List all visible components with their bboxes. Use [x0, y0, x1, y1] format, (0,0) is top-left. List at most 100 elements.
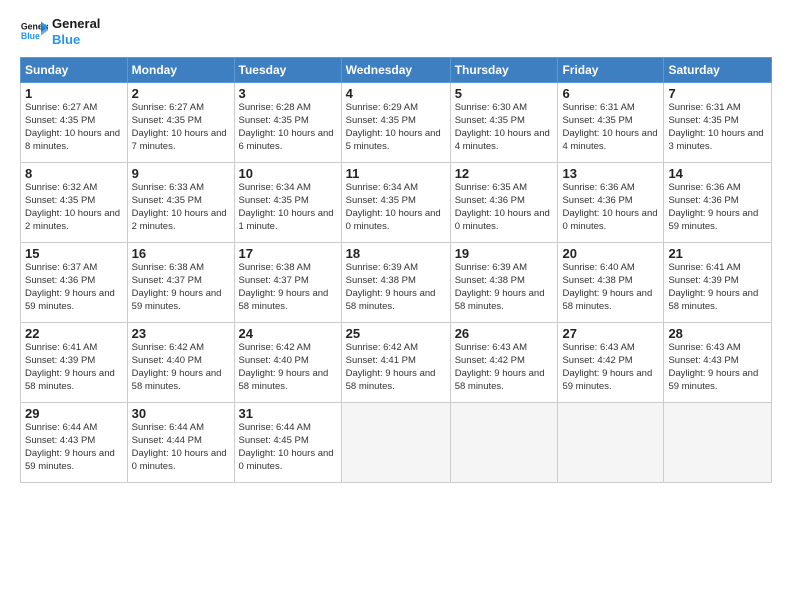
- svg-text:Blue: Blue: [21, 31, 40, 41]
- day-number: 17: [239, 246, 337, 261]
- day-info: Sunrise: 6:41 AM Sunset: 4:39 PM Dayligh…: [668, 262, 767, 313]
- day-info: Sunrise: 6:44 AM Sunset: 4:45 PM Dayligh…: [239, 422, 337, 473]
- calendar-cell: [450, 403, 558, 483]
- day-number: 19: [455, 246, 554, 261]
- day-info: Sunrise: 6:27 AM Sunset: 4:35 PM Dayligh…: [25, 102, 123, 153]
- calendar-cell: 12 Sunrise: 6:35 AM Sunset: 4:36 PM Dayl…: [450, 163, 558, 243]
- day-info: Sunrise: 6:41 AM Sunset: 4:39 PM Dayligh…: [25, 342, 123, 393]
- header-cell-tuesday: Tuesday: [234, 58, 341, 83]
- day-number: 2: [132, 86, 230, 101]
- header: General Blue General Blue: [20, 16, 772, 47]
- day-number: 7: [668, 86, 767, 101]
- day-number: 16: [132, 246, 230, 261]
- day-info: Sunrise: 6:42 AM Sunset: 4:40 PM Dayligh…: [132, 342, 230, 393]
- calendar-cell: 1 Sunrise: 6:27 AM Sunset: 4:35 PM Dayli…: [21, 83, 128, 163]
- day-number: 22: [25, 326, 123, 341]
- header-cell-sunday: Sunday: [21, 58, 128, 83]
- calendar-cell: 13 Sunrise: 6:36 AM Sunset: 4:36 PM Dayl…: [558, 163, 664, 243]
- day-info: Sunrise: 6:39 AM Sunset: 4:38 PM Dayligh…: [346, 262, 446, 313]
- day-number: 3: [239, 86, 337, 101]
- calendar-cell: 27 Sunrise: 6:43 AM Sunset: 4:42 PM Dayl…: [558, 323, 664, 403]
- day-info: Sunrise: 6:44 AM Sunset: 4:44 PM Dayligh…: [132, 422, 230, 473]
- calendar-cell: 11 Sunrise: 6:34 AM Sunset: 4:35 PM Dayl…: [341, 163, 450, 243]
- logo-icon: General Blue: [20, 18, 48, 46]
- calendar-cell: 15 Sunrise: 6:37 AM Sunset: 4:36 PM Dayl…: [21, 243, 128, 323]
- calendar-week-row: 8 Sunrise: 6:32 AM Sunset: 4:35 PM Dayli…: [21, 163, 772, 243]
- header-cell-monday: Monday: [127, 58, 234, 83]
- day-number: 15: [25, 246, 123, 261]
- day-info: Sunrise: 6:43 AM Sunset: 4:43 PM Dayligh…: [668, 342, 767, 393]
- day-info: Sunrise: 6:43 AM Sunset: 4:42 PM Dayligh…: [455, 342, 554, 393]
- calendar-cell: 14 Sunrise: 6:36 AM Sunset: 4:36 PM Dayl…: [664, 163, 772, 243]
- day-number: 30: [132, 406, 230, 421]
- calendar-cell: 17 Sunrise: 6:38 AM Sunset: 4:37 PM Dayl…: [234, 243, 341, 323]
- day-info: Sunrise: 6:39 AM Sunset: 4:38 PM Dayligh…: [455, 262, 554, 313]
- day-number: 18: [346, 246, 446, 261]
- calendar-cell: 3 Sunrise: 6:28 AM Sunset: 4:35 PM Dayli…: [234, 83, 341, 163]
- day-info: Sunrise: 6:38 AM Sunset: 4:37 PM Dayligh…: [239, 262, 337, 313]
- calendar-cell: 5 Sunrise: 6:30 AM Sunset: 4:35 PM Dayli…: [450, 83, 558, 163]
- day-info: Sunrise: 6:27 AM Sunset: 4:35 PM Dayligh…: [132, 102, 230, 153]
- calendar-cell: 18 Sunrise: 6:39 AM Sunset: 4:38 PM Dayl…: [341, 243, 450, 323]
- day-info: Sunrise: 6:44 AM Sunset: 4:43 PM Dayligh…: [25, 422, 123, 473]
- calendar-cell: 19 Sunrise: 6:39 AM Sunset: 4:38 PM Dayl…: [450, 243, 558, 323]
- calendar-cell: [341, 403, 450, 483]
- calendar-week-row: 29 Sunrise: 6:44 AM Sunset: 4:43 PM Dayl…: [21, 403, 772, 483]
- day-info: Sunrise: 6:28 AM Sunset: 4:35 PM Dayligh…: [239, 102, 337, 153]
- calendar-cell: 8 Sunrise: 6:32 AM Sunset: 4:35 PM Dayli…: [21, 163, 128, 243]
- day-number: 6: [562, 86, 659, 101]
- header-cell-thursday: Thursday: [450, 58, 558, 83]
- header-cell-saturday: Saturday: [664, 58, 772, 83]
- calendar-cell: 30 Sunrise: 6:44 AM Sunset: 4:44 PM Dayl…: [127, 403, 234, 483]
- day-number: 8: [25, 166, 123, 181]
- calendar-cell: 31 Sunrise: 6:44 AM Sunset: 4:45 PM Dayl…: [234, 403, 341, 483]
- calendar-cell: [558, 403, 664, 483]
- day-info: Sunrise: 6:37 AM Sunset: 4:36 PM Dayligh…: [25, 262, 123, 313]
- calendar-cell: 6 Sunrise: 6:31 AM Sunset: 4:35 PM Dayli…: [558, 83, 664, 163]
- day-number: 29: [25, 406, 123, 421]
- day-number: 12: [455, 166, 554, 181]
- day-info: Sunrise: 6:33 AM Sunset: 4:35 PM Dayligh…: [132, 182, 230, 233]
- day-number: 1: [25, 86, 123, 101]
- day-info: Sunrise: 6:31 AM Sunset: 4:35 PM Dayligh…: [562, 102, 659, 153]
- calendar-cell: [664, 403, 772, 483]
- calendar-cell: 22 Sunrise: 6:41 AM Sunset: 4:39 PM Dayl…: [21, 323, 128, 403]
- calendar-cell: 2 Sunrise: 6:27 AM Sunset: 4:35 PM Dayli…: [127, 83, 234, 163]
- logo-text: General Blue: [52, 16, 100, 47]
- day-info: Sunrise: 6:31 AM Sunset: 4:35 PM Dayligh…: [668, 102, 767, 153]
- day-info: Sunrise: 6:30 AM Sunset: 4:35 PM Dayligh…: [455, 102, 554, 153]
- day-info: Sunrise: 6:43 AM Sunset: 4:42 PM Dayligh…: [562, 342, 659, 393]
- day-number: 5: [455, 86, 554, 101]
- day-number: 9: [132, 166, 230, 181]
- header-cell-friday: Friday: [558, 58, 664, 83]
- day-number: 25: [346, 326, 446, 341]
- day-number: 31: [239, 406, 337, 421]
- day-info: Sunrise: 6:32 AM Sunset: 4:35 PM Dayligh…: [25, 182, 123, 233]
- day-number: 14: [668, 166, 767, 181]
- day-info: Sunrise: 6:35 AM Sunset: 4:36 PM Dayligh…: [455, 182, 554, 233]
- calendar-cell: 24 Sunrise: 6:42 AM Sunset: 4:40 PM Dayl…: [234, 323, 341, 403]
- calendar-cell: 28 Sunrise: 6:43 AM Sunset: 4:43 PM Dayl…: [664, 323, 772, 403]
- day-info: Sunrise: 6:42 AM Sunset: 4:41 PM Dayligh…: [346, 342, 446, 393]
- calendar-cell: 23 Sunrise: 6:42 AM Sunset: 4:40 PM Dayl…: [127, 323, 234, 403]
- calendar-cell: 16 Sunrise: 6:38 AM Sunset: 4:37 PM Dayl…: [127, 243, 234, 323]
- day-number: 13: [562, 166, 659, 181]
- day-info: Sunrise: 6:34 AM Sunset: 4:35 PM Dayligh…: [346, 182, 446, 233]
- calendar-cell: 9 Sunrise: 6:33 AM Sunset: 4:35 PM Dayli…: [127, 163, 234, 243]
- calendar-cell: 21 Sunrise: 6:41 AM Sunset: 4:39 PM Dayl…: [664, 243, 772, 323]
- calendar-cell: 26 Sunrise: 6:43 AM Sunset: 4:42 PM Dayl…: [450, 323, 558, 403]
- calendar-table: SundayMondayTuesdayWednesdayThursdayFrid…: [20, 57, 772, 483]
- day-number: 4: [346, 86, 446, 101]
- header-cell-wednesday: Wednesday: [341, 58, 450, 83]
- day-number: 10: [239, 166, 337, 181]
- day-number: 21: [668, 246, 767, 261]
- day-info: Sunrise: 6:36 AM Sunset: 4:36 PM Dayligh…: [668, 182, 767, 233]
- day-info: Sunrise: 6:38 AM Sunset: 4:37 PM Dayligh…: [132, 262, 230, 313]
- day-number: 27: [562, 326, 659, 341]
- day-info: Sunrise: 6:36 AM Sunset: 4:36 PM Dayligh…: [562, 182, 659, 233]
- day-number: 11: [346, 166, 446, 181]
- calendar-week-row: 1 Sunrise: 6:27 AM Sunset: 4:35 PM Dayli…: [21, 83, 772, 163]
- day-number: 28: [668, 326, 767, 341]
- day-number: 24: [239, 326, 337, 341]
- calendar-cell: 4 Sunrise: 6:29 AM Sunset: 4:35 PM Dayli…: [341, 83, 450, 163]
